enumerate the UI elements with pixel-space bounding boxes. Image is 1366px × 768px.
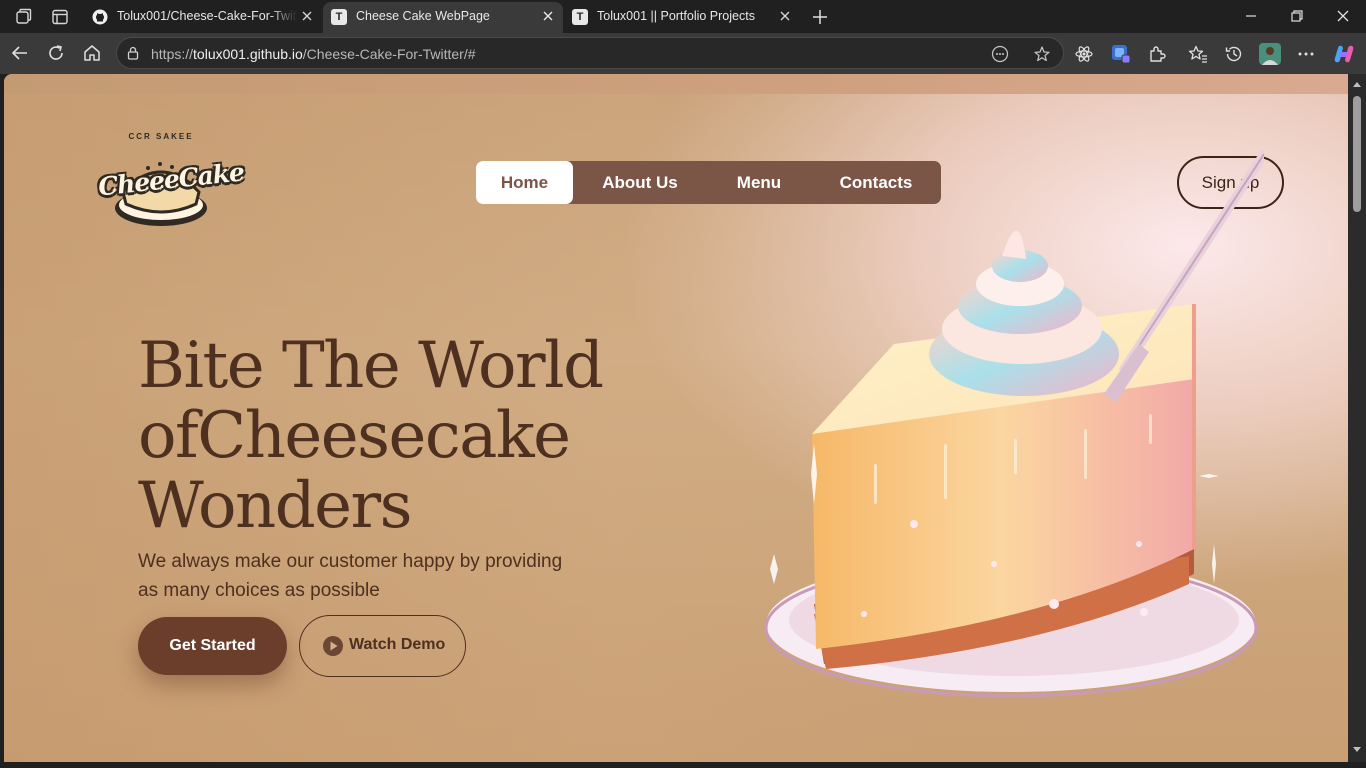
page-scrollbar[interactable]: [1348, 74, 1366, 762]
more-options-icon[interactable]: [991, 45, 1009, 63]
tab-cheese-cake[interactable]: T Cheese Cake WebPage: [323, 2, 563, 33]
url-path: /Cheese-Cake-For-Twitter/#: [302, 46, 476, 62]
t-favicon-icon: T: [572, 9, 588, 25]
history-icon[interactable]: [1224, 44, 1244, 64]
logo-arc-text: CCR SAKEE: [128, 132, 194, 141]
extensions-icon[interactable]: [1147, 44, 1167, 64]
page-top-strip: [4, 74, 1348, 94]
url-text[interactable]: https://tolux001.github.io/Cheese-Cake-F…: [151, 46, 476, 62]
tab-title: Cheese Cake WebPage: [356, 9, 490, 23]
tab-portfolio[interactable]: T Tolux001 || Portfolio Projects: [564, 2, 800, 33]
tab-github[interactable]: Tolux001/Cheese-Cake-For-Twitte: [84, 2, 322, 33]
home-icon[interactable]: [82, 43, 102, 63]
close-window-icon[interactable]: [1332, 6, 1354, 26]
tab-title: Tolux001/Cheese-Cake-For-Twitte: [117, 9, 297, 23]
browser-toolbar: https://tolux001.github.io/Cheese-Cake-F…: [0, 33, 1366, 74]
close-icon[interactable]: [300, 9, 314, 23]
get-started-button[interactable]: Get Started: [138, 617, 287, 675]
favorites-icon[interactable]: [1188, 44, 1208, 64]
tab-title: Tolux001 || Portfolio Projects: [597, 9, 755, 23]
vertical-tabs-icon[interactable]: [50, 7, 70, 27]
profile-avatar-icon[interactable]: [1259, 43, 1281, 65]
window-bottom-edge: [0, 762, 1366, 768]
hero-title-line-3: Wonders: [138, 469, 412, 543]
hero-subtitle-line-1: We always make our customer happy by pro…: [138, 551, 563, 572]
github-icon: [92, 9, 108, 25]
scroll-down-arrow-icon[interactable]: [1352, 746, 1362, 754]
react-devtools-icon[interactable]: [1074, 44, 1094, 64]
address-bar[interactable]: https://tolux001.github.io/Cheese-Cake-F…: [116, 37, 1064, 69]
scrollbar-thumb[interactable]: [1353, 96, 1361, 212]
nav-item-about-us[interactable]: About Us: [594, 161, 686, 204]
url-scheme: https://: [151, 46, 194, 62]
favorite-star-icon[interactable]: [1033, 45, 1051, 63]
restore-icon[interactable]: [1286, 6, 1308, 26]
extension-app-icon[interactable]: [1111, 44, 1131, 64]
refresh-icon[interactable]: [46, 43, 66, 63]
settings-more-icon[interactable]: [1296, 44, 1316, 64]
page-viewport: CCR SAKEE CheeeCake Home About Us Menu C…: [4, 74, 1348, 762]
hero-subtitle: We always make our customer happy by pro…: [138, 547, 598, 605]
play-icon: [323, 636, 343, 656]
tab-bar: Tolux001/Cheese-Cake-For-Twitte T Cheese…: [0, 0, 1366, 33]
hero-title-line-1: Bite The World: [138, 329, 604, 403]
copilot-icon[interactable]: [1333, 43, 1355, 65]
watch-demo-label: Watch Demo: [349, 636, 446, 653]
cheesecake-illustration: [764, 149, 1264, 698]
hero-subtitle-line-2: as many choices as possible: [138, 580, 380, 601]
url-host: tolux001.github.io: [193, 46, 303, 62]
minimize-icon[interactable]: [1240, 6, 1262, 26]
lock-icon[interactable]: [125, 45, 141, 61]
back-icon[interactable]: [10, 43, 30, 63]
new-tab-icon[interactable]: [810, 7, 830, 27]
scroll-up-arrow-icon[interactable]: [1352, 80, 1362, 88]
watch-demo-button[interactable]: Watch Demo: [299, 615, 466, 677]
hero-title-line-2: ofCheesecake: [138, 399, 571, 473]
t-favicon-icon: T: [331, 9, 347, 25]
site-logo[interactable]: CCR SAKEE CheeeCake: [97, 132, 245, 230]
hero-title: Bite The World ofCheesecake Wonders: [138, 331, 738, 541]
close-icon[interactable]: [778, 9, 792, 23]
workspaces-icon[interactable]: [14, 7, 34, 27]
close-icon[interactable]: [541, 9, 555, 23]
nav-item-home[interactable]: Home: [476, 161, 573, 204]
